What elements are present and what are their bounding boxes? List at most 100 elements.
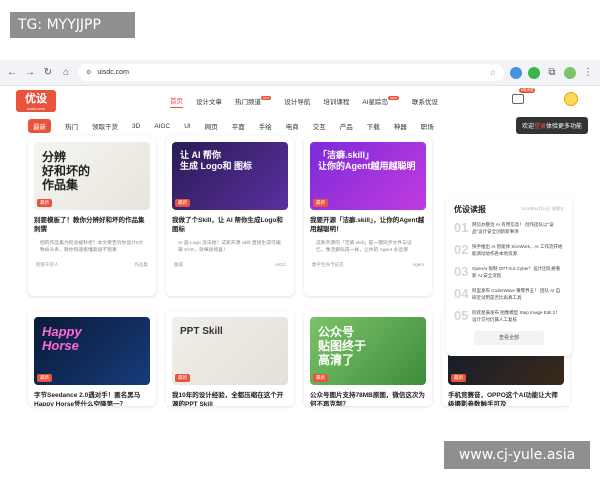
extension-icon[interactable] bbox=[510, 66, 522, 79]
news-headline: 网信办整治 AI 有用信息！ 创作团队以"误品"设计安全创新新事项 bbox=[472, 222, 554, 234]
article-meta: 独孤 AIGC bbox=[166, 254, 294, 274]
article-thumbnail[interactable]: 让 AI 帮你 生成 Logo和 图标 最新 bbox=[172, 142, 288, 210]
author-name[interactable]: 独孤 bbox=[174, 262, 183, 268]
nav-item-label: 首页 bbox=[170, 97, 183, 105]
article-category[interactable]: 作品集 bbox=[135, 262, 149, 268]
news-headline: 阿里发布 CoderWave 赚零界五！ 团队 AI 自研近试用是否比再真工具 bbox=[472, 288, 561, 300]
category-tab[interactable]: 产品 bbox=[340, 121, 353, 131]
category-tab[interactable]: AIGC bbox=[154, 123, 170, 130]
category-tab[interactable]: 平面 bbox=[232, 121, 245, 131]
nav-item-label: 设计文章 bbox=[196, 99, 222, 106]
news-headline: OpenAI 限制 GPT-5.5 Cyber！设计团队要看新 AI 安全流程 bbox=[472, 266, 561, 278]
news-item[interactable]: 01 网信办整治 AI 有用信息！ 创作团队以"误品"设计安全创新新事项 bbox=[446, 217, 572, 239]
article-card[interactable]: 分辨 好和坏的 作品集 最新 别要模板了！教你分辨好和坏的作品集刺猬 招的作品集为何总… bbox=[28, 136, 156, 296]
category-tab[interactable]: 下载 bbox=[367, 121, 380, 131]
bookmark-star-icon[interactable]: ☆ bbox=[490, 69, 496, 77]
category-tab[interactable]: 领取干货 bbox=[92, 121, 118, 131]
new-tag: 最新 bbox=[175, 374, 190, 382]
category-tab[interactable]: 职场 bbox=[421, 121, 434, 131]
article-card[interactable]: Happy Horse 最新 字节Seedance 2.0遇对手！匿名黑马Happy… bbox=[28, 311, 156, 406]
nav-item[interactable]: 热门频道HOT bbox=[235, 96, 272, 106]
news-rank: 05 bbox=[454, 308, 469, 323]
site-header: 优设 uisdc.com 首页 设计文章 热门频道HOT 设计导航 培训课程 AI星踪岛N… bbox=[0, 86, 600, 116]
nav-item[interactable]: 设计导航 bbox=[284, 96, 310, 106]
category-tab[interactable]: 交互 bbox=[313, 121, 326, 131]
message-icon[interactable]: 6条消息 bbox=[512, 88, 536, 104]
category-tab[interactable]: UI bbox=[184, 123, 191, 130]
login-tooltip: 欢迎登录体验更多功能 bbox=[515, 117, 588, 134]
back-icon[interactable]: ← bbox=[6, 67, 18, 79]
article-thumbnail[interactable]: PPT Skill 最新 bbox=[172, 317, 288, 385]
nav-item[interactable]: 联系优设 bbox=[412, 96, 438, 106]
logo-text: 优设 bbox=[25, 93, 47, 105]
reload-icon[interactable]: ↻ bbox=[42, 67, 54, 79]
article-thumbnail[interactable]: Happy Horse 最新 bbox=[34, 317, 150, 385]
home-icon[interactable]: ⌂ bbox=[60, 67, 72, 79]
article-title[interactable]: 字节Seedance 2.0遇对手！匿名黑马Happy Horse凭什么空降第一… bbox=[28, 385, 156, 406]
nav-badge: NEW bbox=[388, 96, 399, 100]
address-bar[interactable]: ⚙ uisdc.com ☆ bbox=[78, 64, 504, 81]
author-name[interactable]: 新锐干货人 bbox=[36, 262, 59, 268]
article-category[interactable]: Agent bbox=[412, 262, 424, 268]
site-info-icon[interactable]: ⚙ bbox=[86, 69, 91, 76]
url-text: uisdc.com bbox=[97, 69, 129, 76]
article-category[interactable]: AIGC bbox=[275, 262, 286, 268]
thumbnail-text: 公众号 贴图终于 高清了 bbox=[318, 325, 367, 367]
watermark-bottom: www.cj-yule.asia bbox=[444, 441, 590, 469]
new-tag: 最新 bbox=[313, 374, 328, 382]
category-tab[interactable]: 最新 bbox=[28, 119, 51, 133]
nav-item[interactable]: AI星踪岛NEW bbox=[362, 96, 399, 106]
profile-avatar[interactable] bbox=[564, 66, 576, 79]
news-item[interactable]: 03 OpenAI 限制 GPT-5.5 Cyber！设计团队要看新 AI 安全流… bbox=[446, 261, 572, 283]
extension-icon[interactable] bbox=[528, 66, 540, 79]
tooltip-login-link[interactable]: 登录 bbox=[534, 124, 546, 130]
thumbnail-text: 分辨 好和坏的 作品集 bbox=[42, 150, 91, 192]
nav-badge: HOT bbox=[261, 96, 272, 100]
article-card[interactable]: 让 AI 帮你 生成 Logo和 图标 最新 我做了个Skill，让 AI 帮你生成… bbox=[166, 136, 294, 296]
article-title[interactable]: 公众号图片支持78MB原图，微信这次为何不再克制？ bbox=[304, 385, 432, 406]
puzzle-icon[interactable]: ⧉ bbox=[546, 67, 558, 79]
news-item[interactable]: 05 阶跃星辰发布 图像模型 Step Image Edit 2！设计交付仍属人工… bbox=[446, 305, 572, 327]
site-logo[interactable]: 优设 uisdc.com bbox=[16, 90, 56, 112]
article-meta: 新锐干货人 作品集 bbox=[28, 254, 156, 274]
view-all-button[interactable]: 查看全部 bbox=[474, 331, 544, 345]
nav-item-label: 热门频道 bbox=[235, 99, 261, 106]
category-tab[interactable]: 电商 bbox=[286, 121, 299, 131]
browser-window: ← → ↻ ⌂ ⚙ uisdc.com ☆ ⧉ ⋮ 优设 uisdc.com 首… bbox=[0, 60, 600, 418]
logo-subtext: uisdc.com bbox=[26, 106, 45, 111]
article-thumbnail[interactable]: 「洁癖.skill」 让你的Agent越用越聪明 最新 bbox=[310, 142, 426, 210]
user-avatar[interactable] bbox=[564, 92, 578, 106]
news-rank: 03 bbox=[454, 264, 469, 279]
news-item[interactable]: 02 快手推出 AI 智能体 KiroWork，AI 工作流开始能调动协作各本地资… bbox=[446, 239, 572, 261]
article-thumbnail[interactable]: 分辨 好和坏的 作品集最新 bbox=[34, 142, 150, 210]
article-card[interactable]: 公众号 贴图终于 高清了最新公众号图片支持78MB原图，微信这次为何不再克制？ bbox=[304, 311, 432, 406]
category-tab[interactable]: 神器 bbox=[394, 121, 407, 131]
menu-icon[interactable]: ⋮ bbox=[582, 67, 594, 79]
article-card[interactable]: PPT Skill 最新我10年的设计经验，全都压缩在这个开源的PPT Skill bbox=[166, 311, 294, 406]
nav-item-label: 培训课程 bbox=[323, 99, 350, 106]
nav-item[interactable]: 首页 bbox=[170, 95, 183, 108]
nav-item[interactable]: 设计文章 bbox=[196, 96, 222, 106]
author-name[interactable]: 数字生命卡兹克 bbox=[312, 262, 344, 268]
category-tab[interactable]: 热门 bbox=[65, 121, 78, 131]
article-title[interactable]: 手机竞赛音，OPPO这个AI功能让大师级摄影参数触手可及 bbox=[442, 385, 570, 406]
thumbnail-text: PPT Skill bbox=[180, 326, 223, 337]
article-card[interactable]: 「洁癖.skill」 让你的Agent越用越聪明 最新 我要开源「洁癖.skill」… bbox=[304, 136, 432, 296]
nav-item[interactable]: 培训课程 bbox=[323, 96, 349, 106]
forward-icon[interactable]: → bbox=[24, 67, 36, 79]
article-thumbnail[interactable]: 公众号 贴图终于 高清了最新 bbox=[310, 317, 426, 385]
category-tab[interactable]: 3D bbox=[132, 123, 140, 130]
thumbnail-text: 让 AI 帮你 生成 Logo和 图标 bbox=[180, 150, 252, 171]
news-item[interactable]: 04 阿里发布 CoderWave 赚零界五！ 团队 AI 自研近试用是否比再真工… bbox=[446, 283, 572, 305]
new-tag: 最新 bbox=[451, 374, 466, 382]
category-tab[interactable]: 手绘 bbox=[259, 121, 272, 131]
article-title[interactable]: 我10年的设计经验，全都压缩在这个开源的PPT Skill bbox=[166, 385, 294, 406]
category-tab[interactable]: 网页 bbox=[205, 121, 218, 131]
new-tag: 最新 bbox=[37, 199, 52, 207]
article-title[interactable]: 我做了个Skill，让 AI 帮你生成Logo和图标 bbox=[166, 210, 294, 234]
article-title[interactable]: 我要开源「洁癖.skill」，让你的Agent越用越聪明！ bbox=[304, 210, 432, 234]
article-title[interactable]: 别要模板了！教你分辨好和坏的作品集刺猬 bbox=[28, 210, 156, 234]
article-excerpt: 这款开源的「洁癖.skill」是一键同步文件与记忆，像洁癖似得一样，让你的 Ag… bbox=[316, 241, 412, 253]
article-meta: 数字生命卡兹克 Agent bbox=[304, 254, 432, 274]
new-tag: 最新 bbox=[37, 374, 52, 382]
